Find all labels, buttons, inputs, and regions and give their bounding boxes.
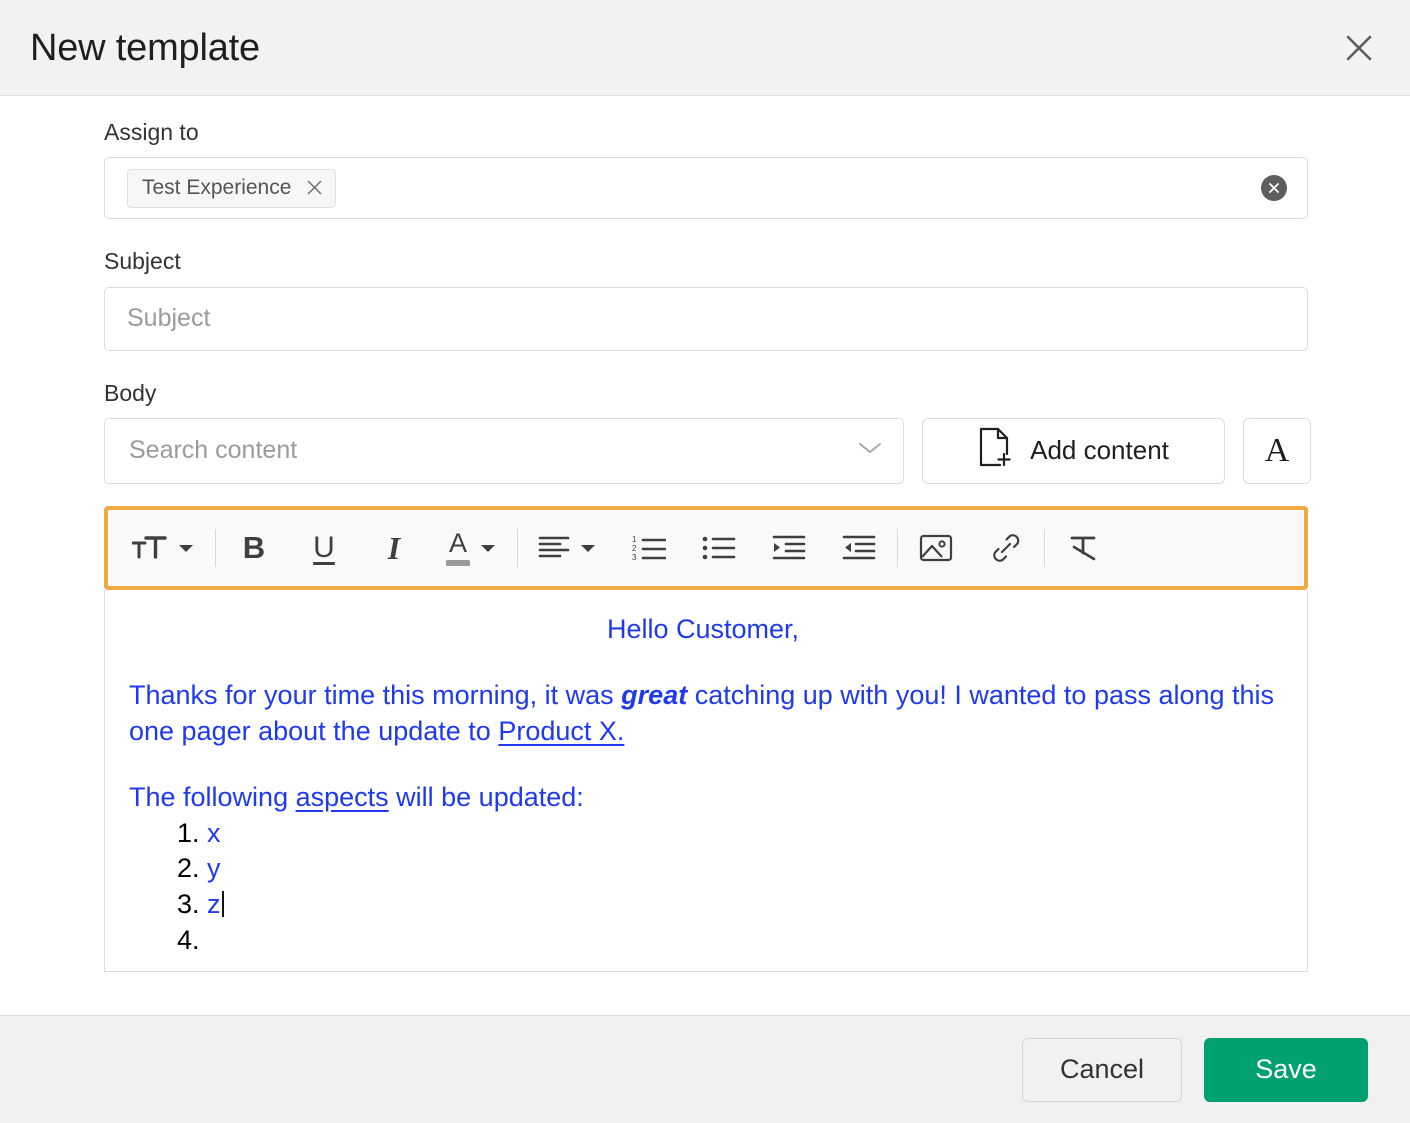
toolbar-divider [1044, 528, 1045, 567]
save-button[interactable]: Save [1204, 1037, 1368, 1102]
document-add-glyph [980, 428, 1011, 467]
add-content-label: Add content [1030, 435, 1169, 466]
text-color-swatch [446, 559, 470, 566]
editor-content[interactable]: Hello Customer, Thanks for your time thi… [104, 589, 1308, 972]
bold-button[interactable]: B [230, 522, 278, 574]
numbered-list-icon: 1 2 3 [632, 535, 666, 562]
chip-remove-icon[interactable] [305, 179, 323, 197]
assign-to-field: Assign to Test Experience [104, 119, 1308, 220]
svg-text:3: 3 [632, 553, 637, 562]
ordered-list-button[interactable]: 1 2 3 [625, 522, 673, 574]
list-item: y [207, 851, 1277, 887]
search-content-dropdown[interactable]: Search content [104, 417, 904, 484]
indent-button[interactable] [765, 522, 813, 574]
list-item [207, 923, 1277, 959]
insert-link-button[interactable] [982, 522, 1030, 574]
text-color-icon: A [446, 527, 470, 566]
assign-to-chip[interactable]: Test Experience [127, 168, 337, 208]
chevron-down-icon[interactable] [857, 440, 883, 461]
editor-blank-line [129, 764, 1277, 780]
list-item-text: y [207, 853, 221, 884]
list-item-text: z [207, 889, 221, 920]
paragraph-before-bold: Thanks for your time this morning, it wa… [129, 679, 622, 710]
bold-icon: B [242, 530, 266, 566]
new-template-modal: New template Assign to Test Experience S… [0, 0, 1410, 1123]
body-controls-row: Search content Add content A [104, 417, 1311, 484]
text-cursor [221, 891, 224, 918]
rich-text-editor: B U I A 1 2 3 Hello Customer, Thanks for… [104, 505, 1308, 972]
cancel-button[interactable]: Cancel [1022, 1037, 1182, 1102]
text-color-letter: A [448, 527, 467, 558]
italic-button[interactable]: I [370, 522, 418, 574]
italic-icon: I [387, 529, 401, 566]
intro-before-link: The following [129, 781, 296, 812]
toolbar-divider [897, 528, 898, 567]
editor-paragraph: Thanks for your time this morning, it wa… [129, 678, 1277, 750]
chevron-down-icon [179, 544, 193, 552]
svg-text:1: 1 [632, 535, 637, 544]
editor-intro-line: The following aspects will be updated: [129, 780, 1277, 816]
modal-footer: Cancel Save [0, 1015, 1410, 1123]
font-family-button[interactable]: A [1243, 417, 1311, 484]
font-size-icon [132, 536, 167, 559]
list-item-text: x [207, 817, 221, 848]
editor-greeting: Hello Customer, [606, 613, 800, 644]
align-button[interactable] [532, 522, 603, 574]
image-icon [919, 534, 953, 561]
indent-decrease-icon [842, 535, 876, 560]
modal-header: New template [0, 0, 1410, 96]
editor-blank-line [129, 662, 1277, 678]
page-title: New template [30, 26, 260, 69]
close-icon[interactable] [1336, 25, 1382, 71]
svg-text:2: 2 [632, 544, 637, 553]
indent-increase-icon [772, 535, 806, 560]
clear-formatting-icon [1070, 536, 1096, 561]
subject-label: Subject [104, 248, 181, 275]
close-glyph [307, 181, 322, 195]
toolbar-divider [517, 528, 518, 567]
intro-link[interactable]: aspects [296, 782, 389, 812]
assign-to-multiselect[interactable]: Test Experience [104, 157, 1308, 220]
paragraph-link[interactable]: Product X. [498, 716, 624, 746]
underline-icon: U [313, 530, 335, 564]
clear-selection-icon[interactable] [1261, 175, 1287, 202]
intro-after-link: will be updated: [388, 781, 584, 812]
chevron-down-icon [581, 544, 595, 552]
chevron-down-icon [481, 544, 495, 552]
underline-button[interactable]: U [300, 522, 348, 574]
paragraph-emphasis: great [621, 679, 688, 710]
chip-label: Test Experience [142, 175, 292, 199]
align-left-icon [538, 536, 570, 558]
text-color-button[interactable]: A [440, 522, 503, 574]
modal-body: Assign to Test Experience Subject Subjec… [0, 96, 1410, 1015]
insert-image-button[interactable] [912, 522, 960, 574]
editor-ordered-list: x y z [129, 816, 1277, 960]
outdent-button[interactable] [835, 522, 883, 574]
subject-input[interactable] [104, 286, 1308, 351]
toolbar-divider [215, 528, 216, 567]
body-label: Body [104, 379, 157, 406]
bullet-list-icon [702, 536, 736, 560]
subject-field: Subject [104, 248, 1308, 351]
document-add-icon [978, 427, 1012, 474]
close-glyph [1346, 35, 1372, 60]
add-content-button[interactable]: Add content [922, 417, 1225, 484]
chevron-glyph [859, 443, 881, 454]
list-item: z [207, 887, 1277, 923]
list-item: x [207, 816, 1277, 852]
close-glyph [1269, 183, 1279, 194]
clear-formatting-button[interactable] [1059, 522, 1107, 574]
font-family-icon: A [1264, 431, 1290, 469]
search-content-placeholder: Search content [129, 436, 298, 465]
link-icon [993, 534, 1020, 562]
editor-toolbar: B U I A 1 2 3 [104, 505, 1308, 590]
bullet-list-button[interactable] [695, 522, 743, 574]
body-field: Body Search content Add content A B U I … [104, 379, 1311, 972]
assign-to-label: Assign to [104, 119, 199, 145]
font-size-button[interactable] [126, 522, 201, 574]
